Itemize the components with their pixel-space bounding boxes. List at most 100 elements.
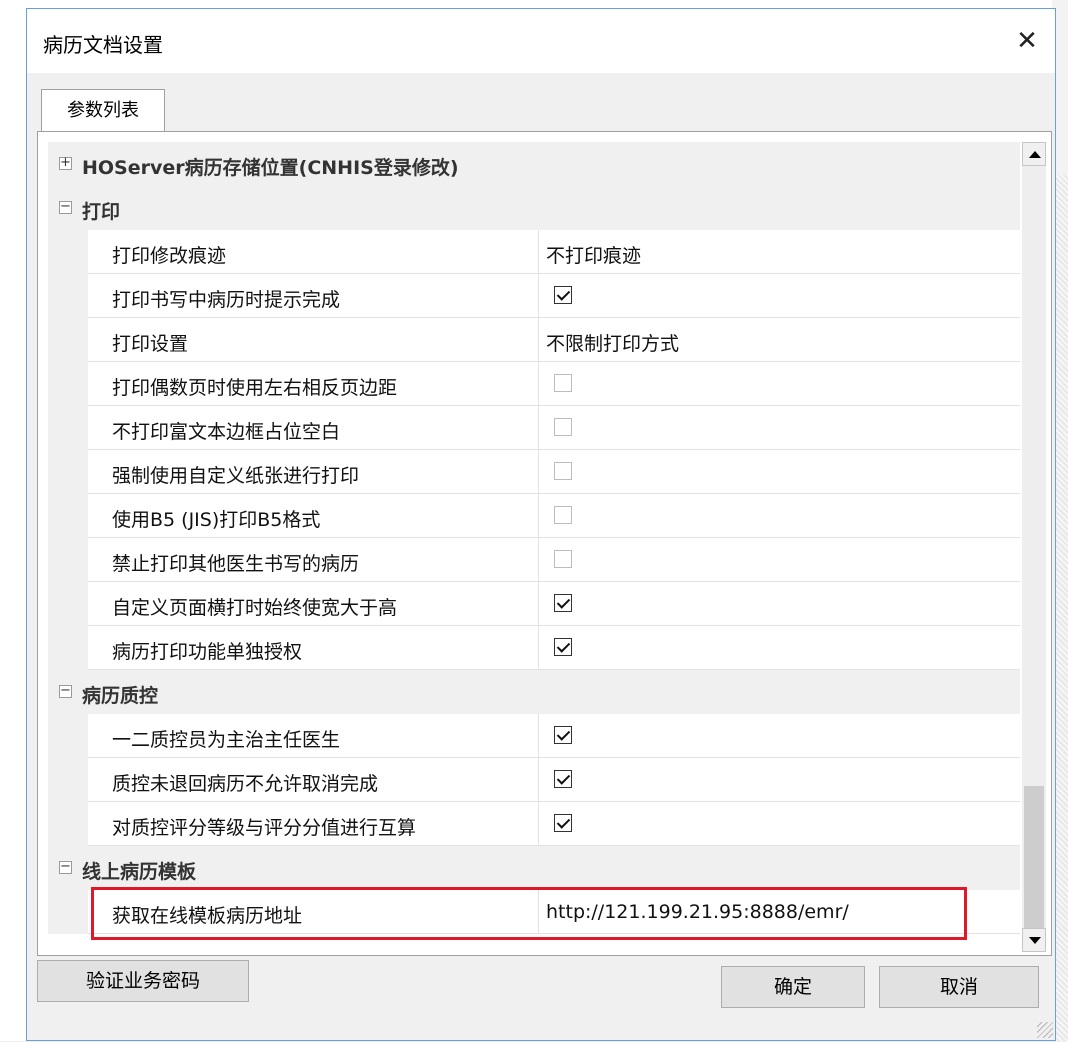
property-checkbox[interactable]	[554, 814, 572, 832]
row-gutter	[48, 318, 88, 362]
row-gutter	[48, 230, 88, 274]
expand-icon[interactable]: +	[59, 156, 72, 170]
column-divider	[538, 758, 539, 802]
property-row[interactable]: 打印书写中病历时提示完成	[48, 274, 1020, 318]
property-checkbox[interactable]	[554, 726, 572, 744]
property-name: 自定义页面横打时始终使宽大于高	[112, 597, 398, 619]
row-gutter	[48, 714, 88, 758]
column-divider	[538, 450, 539, 494]
property-row[interactable]: 强制使用自定义纸张进行打印	[48, 450, 1020, 494]
property-checkbox[interactable]	[554, 770, 572, 788]
property-name: 对质控评分等级与评分分值进行互算	[112, 817, 417, 839]
property-checkbox[interactable]	[554, 286, 572, 304]
row-gutter	[48, 274, 88, 318]
property-row[interactable]: 对质控评分等级与评分分值进行互算	[48, 802, 1020, 846]
tab-parameter-list[interactable]: 参数列表	[41, 89, 165, 133]
property-row[interactable]: 一二质控员为主治主任医生	[48, 714, 1020, 758]
property-row[interactable]: 打印修改痕迹 不打印痕迹	[48, 230, 1020, 274]
row-gutter	[48, 758, 88, 802]
property-name: 打印修改痕迹	[112, 245, 227, 267]
property-name: 打印偶数页时使用左右相反页边距	[112, 377, 398, 399]
close-icon[interactable]: ✕	[1007, 21, 1047, 61]
property-checkbox[interactable]	[554, 462, 572, 480]
category-label: 打印	[82, 201, 121, 223]
category-print[interactable]: − 打印	[48, 186, 1020, 230]
column-divider	[538, 406, 539, 450]
column-divider	[538, 230, 539, 274]
property-name: 一二质控员为主治主任医生	[112, 729, 341, 751]
cancel-button[interactable]: 取消	[879, 966, 1039, 1008]
property-checkbox[interactable]	[554, 418, 572, 436]
column-divider	[538, 318, 539, 362]
property-checkbox[interactable]	[554, 506, 572, 524]
column-divider	[538, 802, 539, 846]
property-row[interactable]: 打印偶数页时使用左右相反页边距	[48, 362, 1020, 406]
property-name: 质控未退回病历不允许取消完成	[112, 773, 379, 795]
property-row[interactable]: 质控未退回病历不允许取消完成	[48, 758, 1020, 802]
property-row[interactable]: 自定义页面横打时始终使宽大于高	[48, 582, 1020, 626]
settings-dialog: 病历文档设置 ✕ 参数列表 + HOServer病历存储位置(CNHIS登录修改…	[26, 8, 1056, 1041]
category-label: 线上病历模板	[82, 861, 197, 883]
property-checkbox[interactable]	[554, 594, 572, 612]
column-divider	[538, 274, 539, 318]
scroll-thumb[interactable]	[1024, 786, 1044, 946]
property-row[interactable]: 病历打印功能单独授权	[48, 626, 1020, 670]
property-name: 不打印富文本边框占位空白	[112, 421, 341, 443]
property-checkbox[interactable]	[554, 638, 572, 656]
row-gutter	[48, 626, 88, 670]
property-row[interactable]: 不打印富文本边框占位空白	[48, 406, 1020, 450]
row-gutter	[48, 538, 88, 582]
category-hoserver[interactable]: + HOServer病历存储位置(CNHIS登录修改)	[48, 142, 1020, 186]
row-gutter	[48, 406, 88, 450]
category-online-template[interactable]: − 线上病历模板	[48, 846, 1020, 890]
verify-password-button[interactable]: 验证业务密码	[37, 960, 249, 1002]
category-label: HOServer病历存储位置(CNHIS登录修改)	[82, 157, 459, 179]
scroll-track[interactable]	[1022, 166, 1046, 946]
column-divider	[538, 890, 539, 934]
property-name: 获取在线模板病历地址	[112, 905, 303, 927]
property-name: 病历打印功能单独授权	[112, 641, 303, 663]
scroll-down-icon[interactable]	[1022, 928, 1046, 952]
row-gutter	[48, 494, 88, 538]
property-row[interactable]: 获取在线模板病历地址 http://121.199.21.95:8888/emr…	[48, 890, 1020, 934]
dialog-title: 病历文档设置	[43, 33, 163, 57]
category-label: 病历质控	[82, 685, 159, 707]
property-row[interactable]: 打印设置 不限制打印方式	[48, 318, 1020, 362]
resize-grip-icon[interactable]	[1037, 1022, 1053, 1038]
template-url-value[interactable]: http://121.199.21.95:8888/emr/	[546, 901, 849, 923]
ok-button[interactable]: 确定	[721, 966, 865, 1008]
title-bar[interactable]: 病历文档设置 ✕	[27, 9, 1055, 73]
property-value[interactable]: 不打印痕迹	[546, 241, 641, 268]
property-name: 强制使用自定义纸张进行打印	[112, 465, 360, 487]
row-gutter	[48, 802, 88, 846]
button-bar: 验证业务密码 确定 取消	[27, 956, 1055, 1042]
row-gutter	[48, 890, 88, 934]
column-divider	[538, 494, 539, 538]
column-divider	[538, 714, 539, 758]
tab-panel: + HOServer病历存储位置(CNHIS登录修改) − 打印 打印修改痕迹 …	[37, 131, 1052, 956]
property-row[interactable]: 使用B5 (JIS)打印B5格式	[48, 494, 1020, 538]
row-gutter	[48, 450, 88, 494]
category-quality-control[interactable]: − 病历质控	[48, 670, 1020, 714]
vertical-scrollbar[interactable]	[1022, 142, 1046, 952]
column-divider	[538, 538, 539, 582]
property-name: 打印设置	[112, 333, 189, 355]
property-row[interactable]: 禁止打印其他医生书写的病历	[48, 538, 1020, 582]
column-divider	[538, 582, 539, 626]
column-divider	[538, 362, 539, 406]
property-name: 打印书写中病历时提示完成	[112, 289, 341, 311]
property-checkbox[interactable]	[554, 550, 572, 568]
property-name: 使用B5 (JIS)打印B5格式	[112, 509, 321, 531]
collapse-icon[interactable]: −	[59, 860, 72, 874]
property-checkbox[interactable]	[554, 374, 572, 392]
row-gutter	[48, 362, 88, 406]
property-value[interactable]: 不限制打印方式	[546, 329, 679, 356]
column-divider	[538, 626, 539, 670]
collapse-icon[interactable]: −	[59, 684, 72, 698]
row-divider	[88, 933, 1020, 934]
collapse-icon[interactable]: −	[59, 200, 72, 214]
property-grid: + HOServer病历存储位置(CNHIS登录修改) − 打印 打印修改痕迹 …	[48, 142, 1020, 952]
property-name: 禁止打印其他医生书写的病历	[112, 553, 360, 575]
row-gutter	[48, 582, 88, 626]
scroll-up-icon[interactable]	[1022, 142, 1046, 166]
